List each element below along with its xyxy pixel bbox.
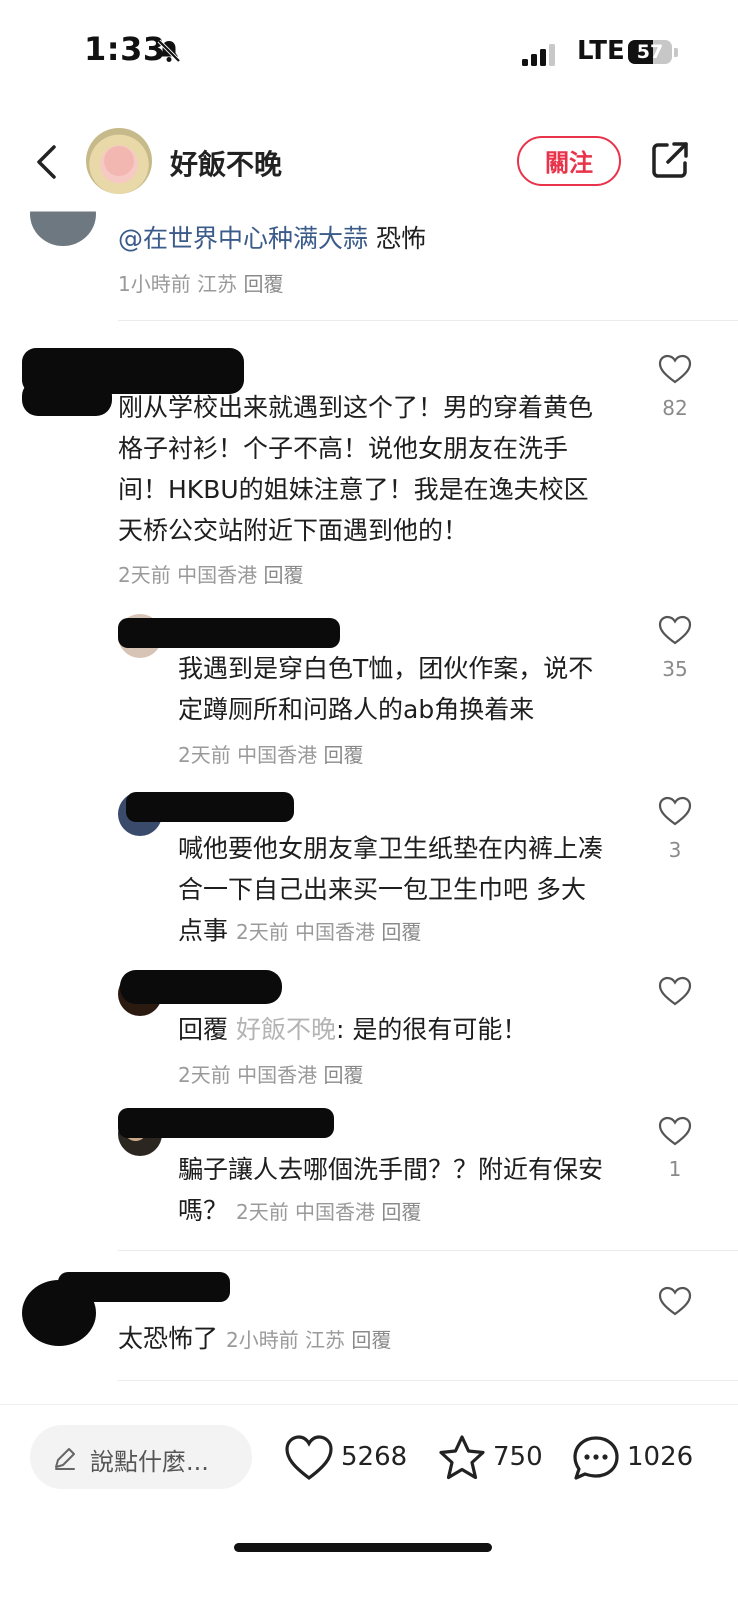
comment-text: 刚从学校出来就遇到这个了！男的穿着黄色 格子衬衫！个子不高！说他女朋友在洗手 间… — [118, 393, 594, 545]
reply-to-user[interactable]: 好飯不晚 — [236, 1015, 336, 1044]
author-avatar[interactable] — [86, 128, 152, 194]
like-count: 82 — [662, 396, 688, 420]
heart-icon[interactable] — [658, 976, 692, 1006]
heart-icon[interactable] — [658, 1116, 692, 1146]
battery-icon: 57 — [628, 40, 680, 66]
share-icon[interactable] — [650, 140, 690, 180]
divider — [118, 1380, 738, 1381]
comment-text: 喊他要他女朋友拿卫生纸垫在内裤上凑 合一下自己出来买一包卫生巾吧 多大 点事 2… — [178, 834, 604, 945]
redacted-username — [118, 618, 340, 648]
reply-button[interactable]: 回覆 — [263, 563, 303, 587]
comment-meta: 2天前 中国香港 回覆 — [235, 920, 422, 944]
comment-total: 1026 — [627, 1442, 694, 1472]
comment-meta: 2天前 中国香港 回覆 — [235, 1200, 422, 1224]
like-count: 35 — [662, 657, 688, 681]
reply-button[interactable]: 回覆 — [323, 1063, 363, 1087]
like-count: 3 — [668, 838, 682, 862]
battery-level: 57 — [636, 41, 664, 63]
divider — [0, 1404, 738, 1405]
redacted-username — [120, 970, 282, 1004]
mention-link[interactable]: @在世界中心种满大蒜 — [118, 224, 368, 253]
heart-icon[interactable] — [658, 354, 692, 384]
comment-icon[interactable] — [571, 1434, 621, 1482]
redacted-username — [126, 792, 294, 822]
like-count: 1 — [668, 1157, 682, 1181]
comment-meta: 2小時前 江苏 回覆 — [225, 1328, 392, 1352]
comment-meta: 2天前 中国香港 回覆 — [118, 563, 304, 587]
comment-text: 我遇到是穿白色T恤，团伙作案，说不 定蹲厕所和问路人的ab角换着来 — [178, 654, 594, 724]
star-total: 750 — [493, 1442, 543, 1472]
avatar[interactable] — [30, 182, 96, 246]
comment-meta: 2天前 中国香港 回覆 — [178, 1063, 364, 1087]
comment-text: @在世界中心种满大蒜 恐怖 — [118, 224, 426, 253]
status-time: 1:33 — [84, 30, 166, 68]
divider — [118, 1250, 738, 1251]
reply-button[interactable]: 回覆 — [243, 272, 283, 296]
author-name[interactable]: 好飯不晚 — [170, 143, 282, 183]
reply-button[interactable]: 回覆 — [381, 920, 421, 944]
star-icon[interactable] — [437, 1434, 487, 1482]
signal-icon — [522, 44, 555, 66]
follow-button[interactable]: 關注 — [517, 136, 621, 186]
redacted-username — [118, 1108, 334, 1138]
heart-icon[interactable] — [284, 1434, 334, 1482]
comment-input-placeholder: 說點什麼... — [90, 1448, 209, 1476]
network-label: LTE — [577, 36, 625, 66]
home-indicator[interactable] — [234, 1543, 492, 1552]
comment-meta: 1小時前 江苏 回覆 — [118, 272, 284, 296]
heart-icon[interactable] — [658, 1286, 692, 1316]
comment-text: 回覆 好飯不晚: 是的很有可能！ — [178, 1015, 528, 1044]
comment-text: 太恐怖了 2小時前 江苏 回覆 — [118, 1324, 392, 1353]
comment-input[interactable]: 說點什麼... — [30, 1425, 252, 1489]
reply-button[interactable]: 回覆 — [351, 1328, 391, 1352]
back-icon[interactable] — [34, 144, 60, 180]
comment-text: 騙子讓人去哪個洗手間？？附近有保安 嗎？ 2天前 中国香港 回覆 — [178, 1155, 604, 1225]
reply-button[interactable]: 回覆 — [381, 1200, 421, 1224]
redacted-username — [58, 1272, 230, 1302]
pencil-icon — [55, 1448, 75, 1470]
comment-meta: 2天前 中国香港 回覆 — [178, 743, 364, 767]
divider — [118, 320, 738, 321]
reply-button[interactable]: 回覆 — [323, 743, 363, 767]
like-total: 5268 — [341, 1442, 408, 1472]
heart-icon[interactable] — [658, 796, 692, 826]
bell-slash-icon — [157, 39, 181, 63]
heart-icon[interactable] — [658, 615, 692, 645]
